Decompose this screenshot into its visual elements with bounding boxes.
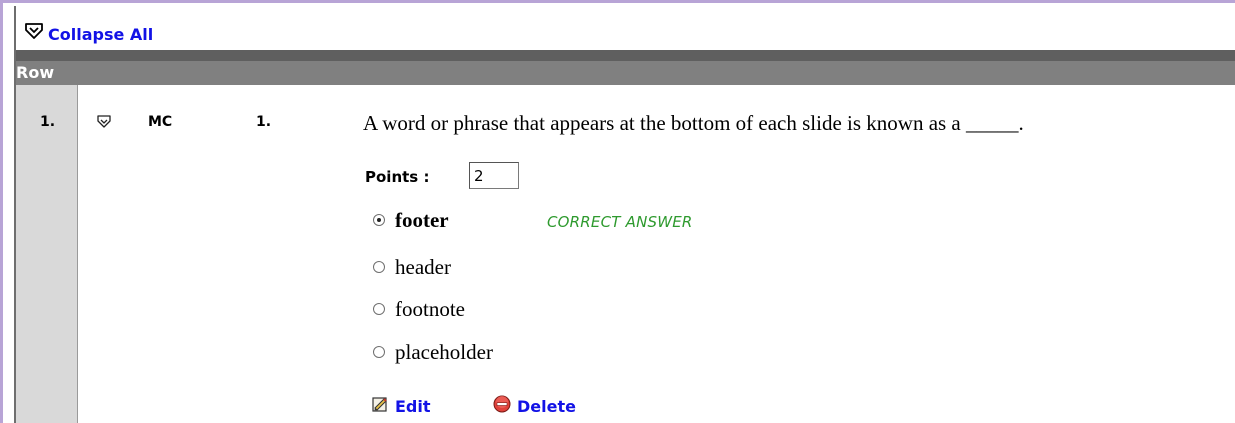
collapse-all-icon[interactable] bbox=[23, 19, 45, 41]
choice-header[interactable]: header bbox=[373, 254, 451, 280]
choice-footer[interactable]: footer bbox=[373, 207, 449, 233]
row-number: 1. bbox=[40, 114, 56, 130]
edit-icon bbox=[371, 395, 395, 417]
choice-placeholder[interactable]: placeholder bbox=[373, 339, 493, 365]
header-top-band bbox=[16, 50, 1235, 61]
table-header: Row bbox=[16, 50, 1235, 85]
choice-label: footnote bbox=[395, 296, 465, 321]
question-number: 1. bbox=[256, 114, 272, 130]
edit-link[interactable]: Edit bbox=[371, 395, 431, 417]
question-type: MC bbox=[148, 114, 173, 130]
points-input[interactable] bbox=[469, 162, 519, 189]
window-frame: Collapse All Row 1. MC 1. A word or phra… bbox=[0, 0, 1235, 423]
radio-unselected[interactable] bbox=[373, 346, 385, 358]
points-label: Points : bbox=[365, 168, 430, 186]
radio-selected[interactable] bbox=[373, 214, 385, 226]
header-row-label: Row bbox=[16, 63, 55, 82]
toolbar bbox=[16, 6, 1235, 50]
row-collapse-icon[interactable] bbox=[96, 113, 112, 129]
radio-unselected[interactable] bbox=[373, 261, 385, 273]
choice-footnote[interactable]: footnote bbox=[373, 296, 465, 322]
edit-label[interactable]: Edit bbox=[395, 397, 431, 416]
row-number-column bbox=[16, 85, 78, 423]
delete-icon bbox=[493, 395, 517, 417]
choice-label: header bbox=[395, 254, 451, 279]
radio-unselected[interactable] bbox=[373, 303, 385, 315]
correct-answer-label: CORRECT ANSWER bbox=[547, 213, 693, 231]
delete-link[interactable]: Delete bbox=[493, 395, 576, 417]
choice-label: footer bbox=[395, 207, 449, 232]
delete-label[interactable]: Delete bbox=[517, 397, 576, 416]
choice-label: placeholder bbox=[395, 339, 493, 364]
question-text: A word or phrase that appears at the bot… bbox=[363, 111, 1024, 135]
collapse-all-link[interactable]: Collapse All bbox=[48, 25, 153, 44]
